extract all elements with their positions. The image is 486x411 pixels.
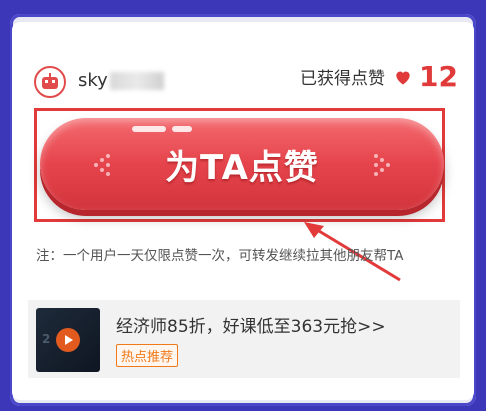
chevron-dots-left-icon [94, 154, 110, 176]
avatar [34, 66, 66, 98]
robot-avatar-icon [42, 73, 58, 89]
like-note: 注：一个用户一天仅限点赞一次，可转发继续拉其他朋友帮TA [36, 248, 404, 264]
shine-mark [172, 126, 192, 132]
promo-card[interactable]: 2 经济师85折，好课低至363元抢>> 热点推荐 [28, 300, 460, 378]
chevron-dots-right-icon [374, 154, 390, 176]
course-thumbnail[interactable]: 2 [36, 308, 100, 372]
like-button[interactable]: 为TA点赞 [40, 118, 444, 210]
username: sky [78, 70, 164, 91]
like-button-label: 为TA点赞 [165, 147, 319, 188]
promo-title[interactable]: 经济师85折，好课低至363元抢>> [116, 312, 386, 337]
like-label: 已获得点赞 [300, 69, 386, 89]
username-redaction [109, 72, 164, 90]
header: sky 已获得点赞 12 [12, 22, 474, 102]
heart-icon [396, 71, 410, 84]
play-icon[interactable] [56, 328, 80, 352]
like-stat: 已获得点赞 12 [300, 60, 458, 93]
thumbnail-text: 2 [42, 332, 51, 346]
shine-mark [132, 126, 166, 132]
like-count: 12 [419, 60, 458, 93]
hot-tag: 热点推荐 [116, 344, 179, 367]
play-triangle-icon [65, 335, 73, 345]
username-text: sky [78, 70, 108, 91]
